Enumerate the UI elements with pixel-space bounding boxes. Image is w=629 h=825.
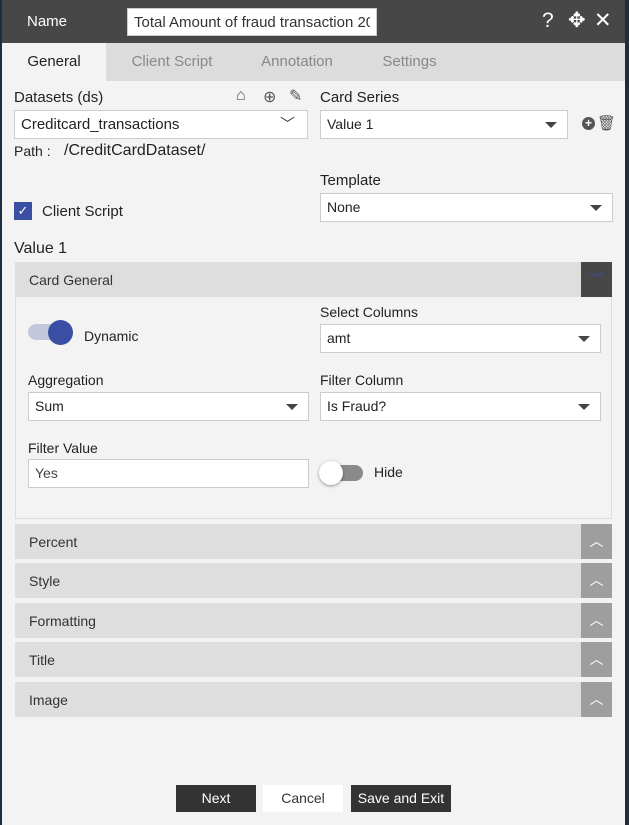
datasets-value: Creditcard_transactions <box>21 116 180 133</box>
accordion-formatting[interactable]: Formatting ︿ <box>15 603 612 638</box>
accordion-title-label: Title <box>29 652 55 668</box>
path-value: /CreditCardDataset/ <box>64 142 206 159</box>
filter-value-input[interactable]: Yes <box>28 459 309 488</box>
card-properties-dialog: Name ? ✥ ✕ General Client Script Annotat… <box>2 0 625 825</box>
caret-down-icon <box>286 404 298 410</box>
tab-annotation[interactable]: Annotation <box>252 43 342 81</box>
tab-bar: General Client Script Annotation Setting… <box>2 43 625 81</box>
accordion-card-general[interactable]: Card General ﹀ <box>15 262 612 297</box>
template-value: None <box>327 199 361 215</box>
filter-value-label: Filter Value <box>28 440 98 456</box>
card-series-value: Value 1 <box>327 116 374 132</box>
chevron-up-icon[interactable]: ︿ <box>581 642 612 677</box>
select-columns-select[interactable]: amt <box>320 324 601 353</box>
chevron-up-icon[interactable]: ︿ <box>581 603 612 638</box>
filter-column-value: Is Fraud? <box>327 398 387 414</box>
name-label: Name <box>27 13 68 30</box>
edit-icon[interactable]: ✎ <box>289 86 302 106</box>
chevron-up-icon[interactable]: ︿ <box>581 524 612 559</box>
aggregation-value: Sum <box>35 398 64 414</box>
chevron-down-icon: ﹀ <box>279 116 295 133</box>
tab-client-script[interactable]: Client Script <box>122 43 222 81</box>
datasets-select[interactable]: Creditcard_transactions ﹀ <box>14 110 308 139</box>
home-icon[interactable]: ⌂ <box>236 87 246 105</box>
filter-column-select[interactable]: Is Fraud? <box>320 392 601 421</box>
help-icon[interactable]: ? <box>542 9 554 33</box>
accordion-percent[interactable]: Percent ︿ <box>15 524 612 559</box>
chevron-down-icon[interactable]: ﹀ <box>581 262 612 297</box>
filter-column-label: Filter Column <box>320 372 404 388</box>
toggle-knob <box>48 320 73 345</box>
filter-value-text: Yes <box>35 465 58 481</box>
caret-down-icon <box>578 336 590 342</box>
client-script-checkbox[interactable]: ✓ <box>14 202 32 220</box>
accordion-image[interactable]: Image ︿ <box>15 682 612 717</box>
add-circle-icon[interactable]: ⊕ <box>263 87 276 107</box>
accordion-title: Formatting <box>29 613 96 629</box>
accordion-title: Card General <box>29 272 114 288</box>
accordion-title: Image <box>29 692 68 708</box>
client-script-label: Client Script <box>42 203 123 220</box>
tab-general[interactable]: General <box>2 43 106 81</box>
cancel-button[interactable]: Cancel <box>263 785 343 812</box>
dynamic-label: Dynamic <box>84 328 139 344</box>
chevron-up-icon[interactable]: ︿ <box>581 682 612 717</box>
datasets-label: Datasets (ds) <box>14 89 104 106</box>
aggregation-label: Aggregation <box>28 372 104 388</box>
caret-down-icon <box>590 205 602 211</box>
card-series-label: Card Series <box>320 89 400 106</box>
aggregation-select[interactable]: Sum <box>28 392 309 421</box>
caret-down-icon <box>578 404 590 410</box>
save-and-exit-button[interactable]: Save and Exit <box>351 785 451 812</box>
template-label: Template <box>320 172 381 189</box>
accordion-style[interactable]: Style ︿ <box>15 563 612 598</box>
accordion-title[interactable]: Title ︿ <box>15 642 612 677</box>
toggle-knob <box>319 461 343 485</box>
accordion-title: Style <box>29 573 61 589</box>
section-title: Value 1 <box>14 240 68 257</box>
delete-series-icon[interactable]: 🗑 <box>597 114 616 132</box>
move-icon[interactable]: ✥ <box>568 9 586 33</box>
select-columns-value: amt <box>327 330 351 346</box>
card-general-panel: Dynamic Select Columns amt Aggregation S… <box>15 297 612 519</box>
select-columns-label: Select Columns <box>320 304 419 320</box>
add-series-icon[interactable]: + <box>582 117 595 130</box>
card-series-select[interactable]: Value 1 <box>320 110 568 139</box>
next-button[interactable]: Next <box>176 785 256 812</box>
path-label: Path : <box>14 143 51 159</box>
tab-settings[interactable]: Settings <box>372 43 447 81</box>
chevron-up-icon[interactable]: ︿ <box>581 563 612 598</box>
name-input[interactable] <box>127 8 377 36</box>
close-icon[interactable]: ✕ <box>594 9 612 33</box>
template-select[interactable]: None <box>320 193 613 222</box>
hide-label: Hide <box>374 464 403 480</box>
caret-down-icon <box>545 122 557 128</box>
dialog-header: Name ? ✥ ✕ <box>2 0 625 43</box>
accordion-title: Percent <box>29 534 78 550</box>
